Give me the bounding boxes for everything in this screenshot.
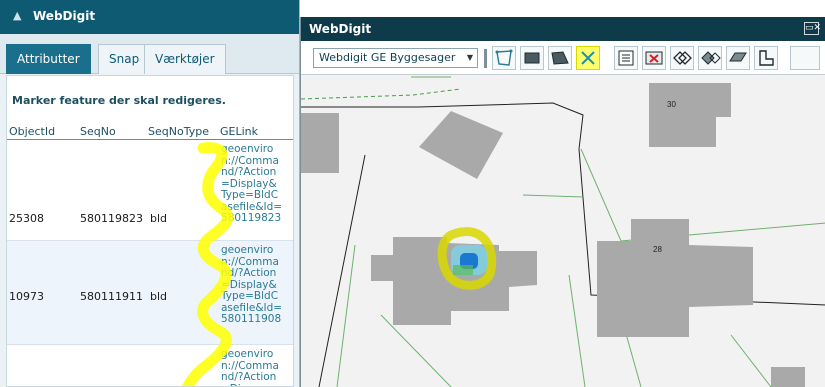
selected-feature-green	[453, 265, 473, 275]
map-window: WebDigit ▭✕ Webdigit GE Byggesager ▼ 30 …	[300, 17, 825, 387]
col-gelink[interactable]: GELink	[220, 125, 258, 138]
map-canvas[interactable]: 30 28	[301, 75, 825, 387]
cell-gelink[interactable]: geoenviron://Command/?Action=Disp	[221, 348, 283, 386]
map-titlebar: WebDigit ▭✕	[301, 17, 825, 41]
col-seqno[interactable]: SeqNo	[80, 125, 116, 138]
delete-icon[interactable]	[642, 46, 666, 70]
tab-bar: Attributter Snap Værktøjer	[0, 34, 299, 74]
col-seqnotype[interactable]: SeqNoType	[148, 125, 209, 138]
tab-vaerktoejer[interactable]: Værktøjer	[144, 44, 226, 74]
map-window-title: WebDigit	[309, 22, 372, 36]
tab-attributter[interactable]: Attributter	[6, 44, 91, 74]
table-row[interactable]: 25308 580119823 bld geoenviron://Command…	[7, 140, 293, 241]
left-title: WebDigit	[33, 9, 96, 23]
table-row[interactable]: geoenviron://Command/?Action=Disp	[7, 345, 293, 386]
building-small	[371, 255, 393, 281]
rectangle-icon[interactable]	[520, 46, 544, 70]
cell-objectid: 25308	[9, 212, 44, 225]
attributes-icon[interactable]	[614, 46, 638, 70]
building-label-28: 28	[653, 245, 662, 254]
attributes-content: Marker feature der skal redigeres. Objec…	[6, 75, 294, 387]
cell-seqnotype: bld	[150, 290, 168, 303]
table-header: ObjectId SeqNo SeqNoType GELink	[7, 122, 293, 140]
layer-select-value: Webdigit GE Byggesager	[319, 51, 456, 64]
split-icon[interactable]	[698, 46, 722, 70]
building-bottom-right	[771, 367, 805, 387]
instruction-text: Marker feature der skal redigeres.	[12, 94, 226, 107]
window-close-icon[interactable]: ▭✕	[804, 22, 821, 35]
polygon-icon[interactable]	[492, 46, 516, 70]
toolbar-divider	[484, 49, 487, 68]
merge-icon[interactable]	[670, 46, 694, 70]
collapse-icon[interactable]: ▲	[13, 9, 27, 23]
cell-objectid: 10973	[9, 290, 44, 303]
building-28	[597, 219, 753, 337]
cell-seqno: 580111911	[80, 290, 143, 303]
chevron-down-icon: ▼	[466, 53, 473, 62]
attributes-table: ObjectId SeqNo SeqNoType GELink 25308 58…	[7, 122, 293, 386]
reshape-icon[interactable]	[726, 46, 750, 70]
col-objectid[interactable]: ObjectId	[9, 125, 55, 138]
toolbar-extra-button[interactable]	[790, 46, 820, 70]
cut-icon[interactable]	[576, 46, 600, 70]
left-panel: ▲ WebDigit Attributter Snap Værktøjer Ma…	[0, 0, 300, 387]
cell-gelink[interactable]: geoenviron://Command/?Action=Display&Typ…	[221, 244, 283, 326]
cell-seqno: 580119823	[80, 212, 143, 225]
cell-seqnotype: bld	[150, 212, 168, 225]
building-left	[301, 113, 339, 173]
building-top-left	[419, 111, 503, 179]
tab-snap[interactable]: Snap	[98, 44, 151, 74]
layer-select[interactable]: Webdigit GE Byggesager ▼	[313, 48, 478, 68]
left-header: ▲ WebDigit	[0, 0, 299, 34]
undo-icon[interactable]	[754, 46, 778, 70]
map-toolbar: Webdigit GE Byggesager ▼	[301, 41, 825, 75]
building-label-30: 30	[667, 100, 676, 109]
table-row[interactable]: 10973 580111911 bld geoenviron://Command…	[7, 241, 293, 345]
map-drawing: 30 28	[301, 76, 825, 387]
cell-gelink[interactable]: geoenviron://Command/?Action=Display&Typ…	[221, 143, 283, 225]
building-30	[649, 83, 731, 147]
edit-polygon-icon[interactable]	[548, 46, 572, 70]
